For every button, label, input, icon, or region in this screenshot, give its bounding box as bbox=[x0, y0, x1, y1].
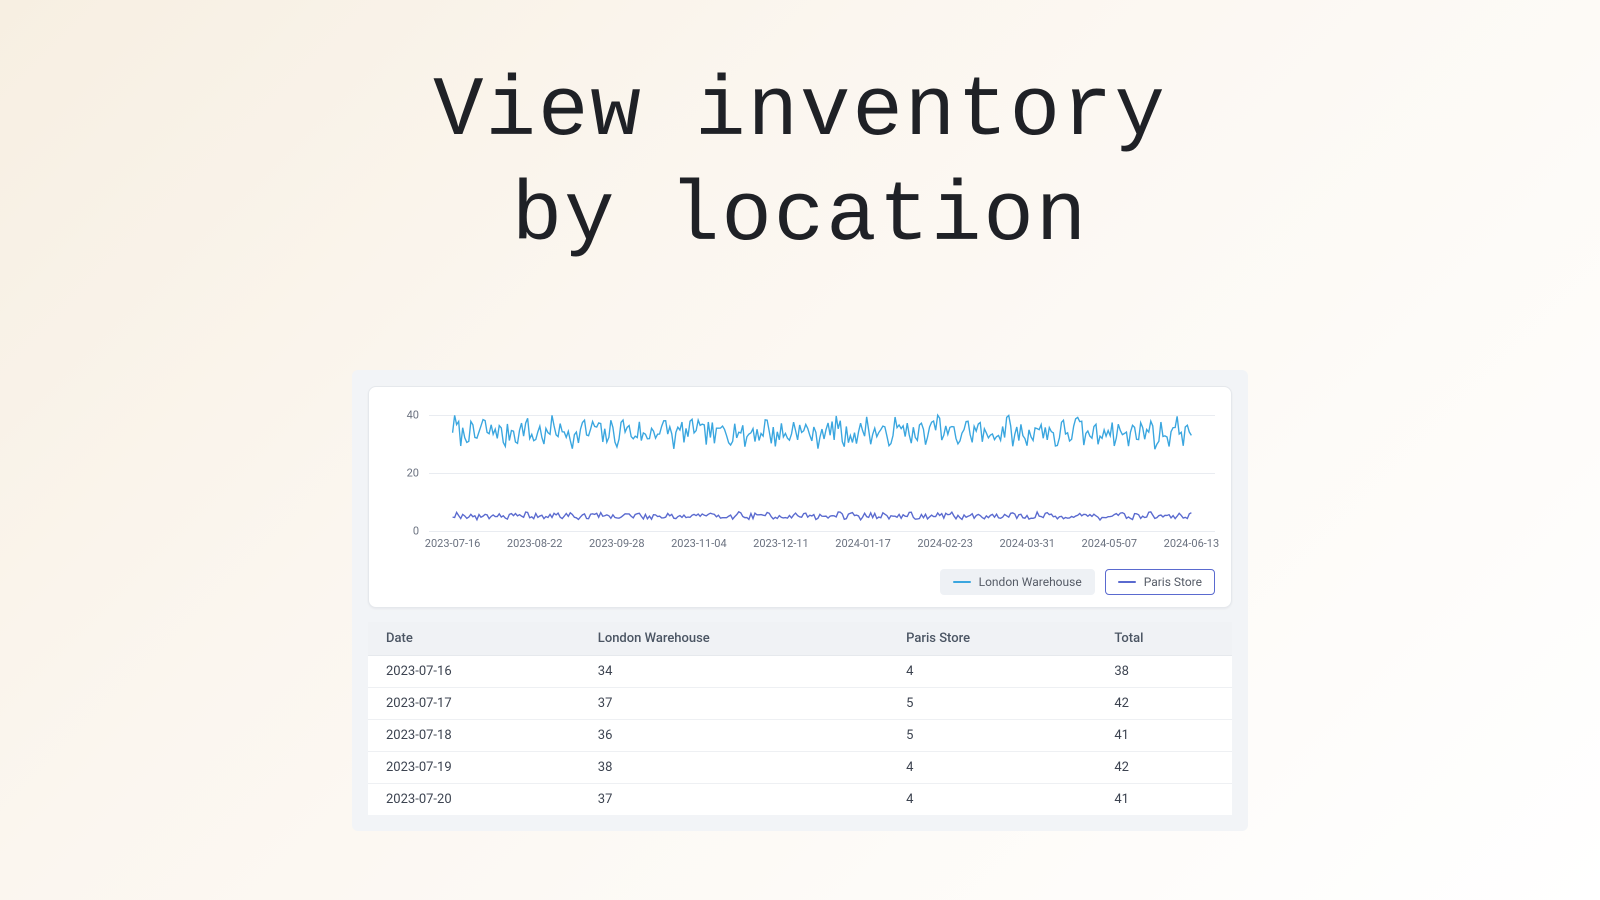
x-tick: 2024-03-31 bbox=[999, 537, 1055, 550]
chart-legend: London Warehouse Paris Store bbox=[385, 569, 1215, 595]
cell-london: 36 bbox=[580, 720, 888, 752]
chart-series-london bbox=[453, 415, 1192, 449]
cell-total: 42 bbox=[1096, 752, 1232, 784]
y-tick-40: 40 bbox=[407, 409, 419, 422]
cell-paris: 4 bbox=[888, 784, 1096, 816]
chart-plot-area: 40 20 0 bbox=[385, 401, 1215, 531]
col-paris: Paris Store bbox=[888, 622, 1096, 656]
x-tick: 2023-12-11 bbox=[753, 537, 809, 550]
legend-label: London Warehouse bbox=[979, 575, 1082, 589]
legend-swatch-icon bbox=[1118, 581, 1136, 583]
cell-london: 37 bbox=[580, 688, 888, 720]
cell-total: 41 bbox=[1096, 720, 1232, 752]
cell-total: 42 bbox=[1096, 688, 1232, 720]
grid-line bbox=[429, 531, 1215, 532]
legend-item-london[interactable]: London Warehouse bbox=[940, 569, 1095, 595]
inventory-panel: 40 20 0 2023-07-16 2023-08-22 2023-09-28 20… bbox=[352, 370, 1248, 831]
x-tick: 2023-08-22 bbox=[507, 537, 563, 550]
table-row: 2023-07-1938442 bbox=[368, 752, 1232, 784]
cell-paris: 5 bbox=[888, 688, 1096, 720]
table-header-row: Date London Warehouse Paris Store Total bbox=[368, 622, 1232, 656]
x-tick: 2024-02-23 bbox=[917, 537, 973, 550]
cell-paris: 4 bbox=[888, 752, 1096, 784]
col-london: London Warehouse bbox=[580, 622, 888, 656]
cell-london: 37 bbox=[580, 784, 888, 816]
inventory-table-wrap: Date London Warehouse Paris Store Total … bbox=[368, 622, 1232, 815]
x-tick: 2024-05-07 bbox=[1082, 537, 1138, 550]
cell-date: 2023-07-19 bbox=[368, 752, 580, 784]
cell-date: 2023-07-17 bbox=[368, 688, 580, 720]
table-row: 2023-07-1836541 bbox=[368, 720, 1232, 752]
cell-paris: 4 bbox=[888, 656, 1096, 688]
legend-swatch-icon bbox=[953, 581, 971, 583]
chart-svg bbox=[429, 401, 1215, 529]
y-tick-20: 20 bbox=[407, 467, 419, 480]
table-row: 2023-07-1634438 bbox=[368, 656, 1232, 688]
hero: View inventory by location bbox=[0, 0, 1600, 270]
inventory-table: Date London Warehouse Paris Store Total … bbox=[368, 622, 1232, 815]
chart-series-paris bbox=[453, 512, 1192, 520]
y-tick-0: 0 bbox=[413, 525, 419, 538]
table-row: 2023-07-1737542 bbox=[368, 688, 1232, 720]
cell-date: 2023-07-20 bbox=[368, 784, 580, 816]
chart-x-axis: 2023-07-162023-08-222023-09-282023-11-04… bbox=[429, 537, 1215, 559]
cell-date: 2023-07-16 bbox=[368, 656, 580, 688]
legend-label: Paris Store bbox=[1144, 575, 1202, 589]
col-total: Total bbox=[1096, 622, 1232, 656]
inventory-chart-card: 40 20 0 2023-07-16 2023-08-22 2023-09-28 20… bbox=[368, 386, 1232, 608]
x-tick: 2023-11-04 bbox=[671, 537, 727, 550]
x-tick: 2023-07-16 bbox=[425, 537, 481, 550]
cell-london: 38 bbox=[580, 752, 888, 784]
cell-london: 34 bbox=[580, 656, 888, 688]
chart-y-axis: 40 20 0 bbox=[385, 401, 425, 531]
page-title: View inventory by location bbox=[0, 60, 1600, 270]
cell-paris: 5 bbox=[888, 720, 1096, 752]
table-row: 2023-07-2037441 bbox=[368, 784, 1232, 816]
x-tick: 2024-06-13 bbox=[1164, 537, 1220, 550]
legend-item-paris[interactable]: Paris Store bbox=[1105, 569, 1215, 595]
x-tick: 2024-01-17 bbox=[835, 537, 891, 550]
cell-total: 41 bbox=[1096, 784, 1232, 816]
x-tick: 2023-09-28 bbox=[589, 537, 645, 550]
cell-total: 38 bbox=[1096, 656, 1232, 688]
col-date: Date bbox=[368, 622, 580, 656]
cell-date: 2023-07-18 bbox=[368, 720, 580, 752]
